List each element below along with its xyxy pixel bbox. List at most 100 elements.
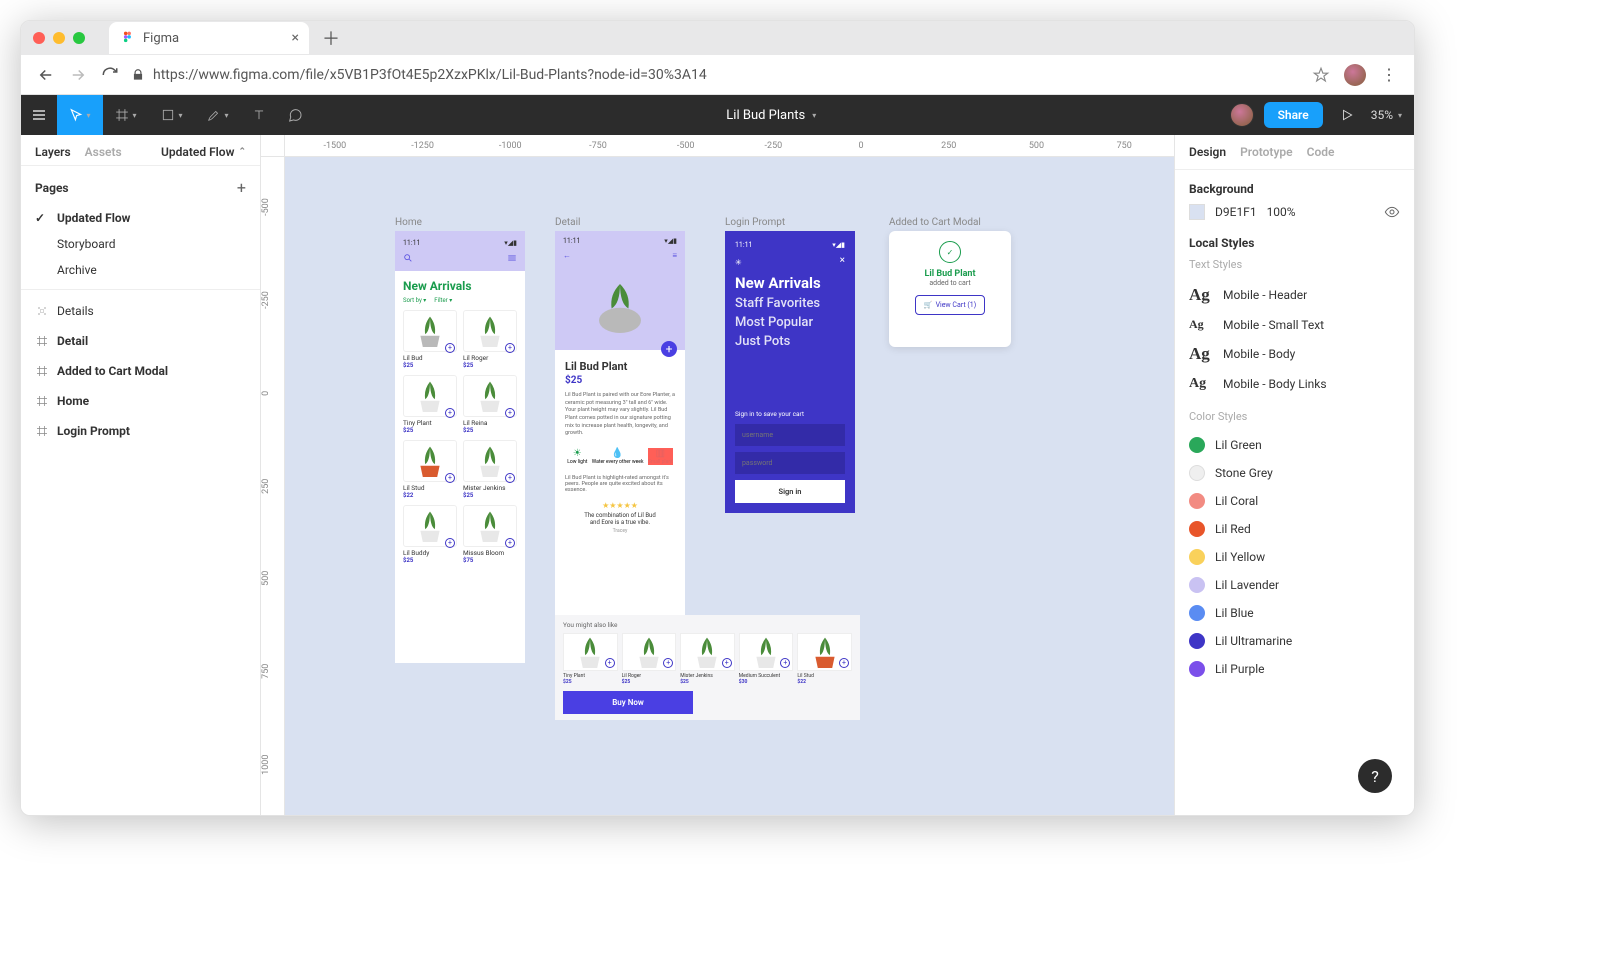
frame-label: Added to Cart Modal — [889, 217, 981, 228]
browser-menu-button[interactable]: ⋮ — [1378, 64, 1400, 86]
add-page-button[interactable]: + — [237, 178, 246, 197]
frame-icon — [35, 394, 49, 408]
pages-label: Pages — [35, 181, 69, 195]
layer-item[interactable]: Login Prompt — [21, 416, 260, 446]
also-card: + Mister Jenkins$25 — [680, 633, 735, 685]
shape-tool[interactable]: ▾ — [149, 95, 195, 135]
add-icon: + — [445, 538, 455, 548]
left-panel: Layers Assets Updated Flow ⌃ Pages + ✓Up… — [21, 135, 261, 815]
login-menu-item: New Arrivals — [735, 274, 845, 292]
profile-avatar[interactable] — [1344, 64, 1366, 86]
comment-tool[interactable] — [277, 95, 313, 135]
login-menu-item: Just Pots — [735, 334, 845, 349]
text-tool[interactable] — [241, 95, 277, 135]
color-style-row[interactable]: Lil Lavender — [1189, 571, 1400, 599]
color-style-row[interactable]: Lil Purple — [1189, 655, 1400, 683]
bg-hex[interactable]: D9E1F1 — [1215, 205, 1257, 219]
page-item[interactable]: Storyboard — [21, 231, 260, 257]
prototype-tab[interactable]: Prototype — [1240, 145, 1293, 159]
frame-detail[interactable]: 11:11▾◢▮ ←≡ + Lil Bud Pl — [555, 231, 685, 671]
visibility-toggle-icon[interactable] — [1384, 204, 1400, 220]
layer-item[interactable]: Home — [21, 386, 260, 416]
check-icon: ✓ — [939, 241, 961, 263]
frame-label: Login Prompt — [725, 217, 785, 228]
code-tab[interactable]: Code — [1307, 145, 1335, 159]
view-cart-button: 🛒 View Cart (1) — [915, 295, 985, 315]
bg-opacity[interactable]: 100% — [1267, 205, 1296, 219]
share-button[interactable]: Share — [1264, 102, 1323, 128]
color-style-row[interactable]: Lil Yellow — [1189, 543, 1400, 571]
chevron-down-icon: ▾ — [812, 111, 816, 120]
color-style-row[interactable]: Lil Blue — [1189, 599, 1400, 627]
browser-urlbar: https://www.figma.com/file/x5VB1P3fOt4E5… — [21, 55, 1414, 95]
reload-button[interactable] — [99, 64, 121, 86]
layer-item[interactable]: Details — [21, 296, 260, 326]
page-selector[interactable]: Updated Flow ⌃ — [161, 145, 246, 159]
add-icon: + — [505, 538, 515, 548]
forward-button — [67, 64, 89, 86]
text-style-row[interactable]: AgMobile - Header — [1189, 279, 1400, 311]
bookmark-button[interactable] — [1310, 64, 1332, 86]
url-field[interactable]: https://www.figma.com/file/x5VB1P3fOt4E5… — [131, 61, 1300, 89]
frame-icon — [35, 334, 49, 348]
color-style-row[interactable]: Lil Ultramarine — [1189, 627, 1400, 655]
browser-tabbar: Figma × ＋ — [21, 21, 1414, 55]
also-card: + Lil Roger$25 — [622, 633, 677, 685]
username-field — [735, 424, 845, 446]
also-card: + Tiny Plant$25 — [563, 633, 618, 685]
product-card: + Missus Bloom$75 — [463, 505, 517, 564]
signin-button: Sign in — [735, 480, 845, 503]
text-style-row[interactable]: AgMobile - Body Links — [1189, 370, 1400, 398]
color-style-row[interactable]: Lil Coral — [1189, 487, 1400, 515]
frame-home[interactable]: 11:11▾◢▮ New Arrivals — [395, 231, 525, 663]
new-tab-button[interactable]: ＋ — [317, 24, 345, 52]
move-tool[interactable]: ▾ — [57, 95, 103, 135]
also-card: + Lil Stud$22 — [797, 633, 852, 685]
close-icon: × — [840, 255, 845, 266]
layer-item[interactable]: Detail — [21, 326, 260, 356]
present-button[interactable] — [1333, 95, 1361, 135]
color-style-row[interactable]: Stone Grey — [1189, 459, 1400, 487]
text-style-row[interactable]: AgMobile - Small Text — [1189, 311, 1400, 338]
color-style-row[interactable]: Lil Red — [1189, 515, 1400, 543]
main-menu-button[interactable] — [21, 95, 57, 135]
login-menu-item: Staff Favorites — [735, 296, 845, 311]
component-icon — [35, 304, 49, 318]
assets-tab[interactable]: Assets — [85, 145, 122, 159]
lock-icon — [131, 68, 145, 82]
zoom-level[interactable]: 35% ▾ — [1371, 108, 1402, 122]
bg-swatch[interactable] — [1189, 204, 1205, 220]
layers-tab[interactable]: Layers — [35, 145, 71, 159]
add-icon: + — [505, 473, 515, 483]
text-style-row[interactable]: AgMobile - Body — [1189, 338, 1400, 370]
user-avatar[interactable] — [1230, 103, 1254, 127]
document-title[interactable]: Lil Bud Plants ▾ — [313, 108, 1230, 123]
canvas[interactable]: -1500-1250-1000-750-500-2500250500750 -5… — [261, 135, 1174, 815]
sparkle-icon: ✳ — [735, 258, 742, 267]
close-window-button[interactable] — [33, 32, 45, 44]
hamburger-icon: ≡ — [672, 251, 677, 260]
design-tab[interactable]: Design — [1189, 145, 1226, 159]
frame-modal[interactable]: ✓ Lil Bud Plant added to cart 🛒 View Car… — [889, 231, 1011, 347]
page-item[interactable]: Archive — [21, 257, 260, 283]
back-button[interactable] — [35, 64, 57, 86]
frame-tool[interactable]: ▾ — [103, 95, 149, 135]
add-icon: + — [445, 408, 455, 418]
tab-close-icon[interactable]: × — [292, 30, 299, 46]
traffic-lights — [33, 32, 85, 44]
detail-continued: You might also like + Tiny Plant$25 + Li… — [555, 615, 860, 763]
minimize-window-button[interactable] — [53, 32, 65, 44]
pen-tool[interactable]: ▾ — [195, 95, 241, 135]
product-card: + Lil Stud$22 — [403, 440, 457, 499]
frame-icon — [35, 424, 49, 438]
ruler-corner — [261, 135, 285, 157]
frame-login[interactable]: 11:11▾◢▮ ✳ × New ArrivalsStaff Favorites… — [725, 231, 855, 513]
add-icon: + — [505, 408, 515, 418]
layer-item[interactable]: Added to Cart Modal — [21, 356, 260, 386]
maximize-window-button[interactable] — [73, 32, 85, 44]
browser-tab[interactable]: Figma × — [109, 22, 309, 54]
help-button[interactable]: ? — [1358, 759, 1392, 793]
color-style-row[interactable]: Lil Green — [1189, 431, 1400, 459]
ruler-vertical: -500-25002505007501000 — [261, 157, 285, 815]
page-item[interactable]: ✓Updated Flow — [21, 205, 260, 231]
